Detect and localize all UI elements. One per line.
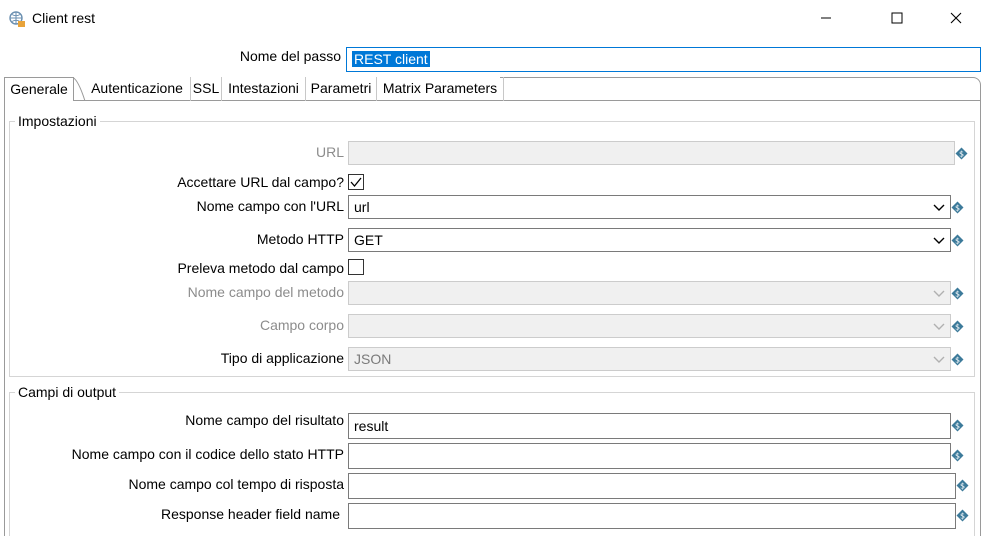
url-field-value: url xyxy=(354,199,370,215)
tab-generale[interactable]: Generale xyxy=(4,77,74,101)
tab-ssl[interactable]: SSL xyxy=(191,77,222,101)
svg-text:$: $ xyxy=(955,323,960,332)
status-code-field-label: Nome campo con il codice dello stato HTT… xyxy=(71,446,344,462)
tab-strip: Generale Autenticazione SSL Intestazioni… xyxy=(4,77,981,101)
variable-icon[interactable]: $ xyxy=(951,201,964,214)
tab-slant xyxy=(72,77,86,101)
step-name-label: Nome del passo xyxy=(239,48,341,64)
app-type-select[interactable]: JSON xyxy=(348,347,951,371)
variable-icon[interactable]: $ xyxy=(955,147,968,160)
url-label: URL xyxy=(315,144,344,160)
svg-text:$: $ xyxy=(955,204,960,213)
variable-icon[interactable]: $ xyxy=(951,353,964,366)
result-field-label: Nome campo del risultato xyxy=(185,412,344,428)
accept-url-checkbox[interactable] xyxy=(348,174,364,190)
tab-label: Generale xyxy=(10,81,68,97)
variable-icon[interactable]: $ xyxy=(951,419,964,432)
app-type-label: Tipo di applicazione xyxy=(220,350,344,366)
minimize-button[interactable] xyxy=(803,0,849,36)
http-method-select[interactable]: GET xyxy=(348,228,951,252)
close-icon xyxy=(950,12,962,24)
response-header-field-input[interactable] xyxy=(348,503,956,529)
method-field-label: Nome campo del metodo xyxy=(187,284,344,300)
response-header-field-label: Response header field name xyxy=(160,506,340,522)
result-field-input[interactable]: result xyxy=(348,413,951,439)
variable-icon[interactable]: $ xyxy=(951,234,964,247)
tab-label: Intestazioni xyxy=(228,80,299,96)
http-method-value: GET xyxy=(354,232,383,248)
svg-text:$: $ xyxy=(955,290,960,299)
url-field-select[interactable]: url xyxy=(348,195,951,219)
method-from-field-label: Preleva metodo dal campo xyxy=(177,260,344,276)
maximize-button[interactable] xyxy=(874,0,920,36)
step-name-input[interactable]: REST client xyxy=(346,47,981,72)
svg-text:$: $ xyxy=(960,482,965,491)
app-type-value: JSON xyxy=(354,351,392,367)
response-time-field-input[interactable] xyxy=(348,473,956,499)
http-method-label: Metodo HTTP xyxy=(256,231,344,247)
minimize-icon xyxy=(821,17,831,19)
chevron-down-icon xyxy=(933,237,945,244)
accept-url-label: Accettare URL dal campo? xyxy=(177,174,344,190)
close-button[interactable] xyxy=(933,0,979,36)
body-field-label: Campo corpo xyxy=(259,317,344,333)
tab-label: Parametri xyxy=(310,80,372,96)
svg-text:$: $ xyxy=(955,452,960,461)
variable-icon[interactable]: $ xyxy=(956,479,969,492)
method-field-select[interactable] xyxy=(348,281,951,305)
svg-text:$: $ xyxy=(959,150,964,159)
maximize-icon xyxy=(891,12,903,24)
chevron-down-icon xyxy=(933,290,945,297)
method-from-field-checkbox[interactable] xyxy=(348,259,364,275)
body-field-select[interactable] xyxy=(348,314,951,338)
chevron-down-icon xyxy=(933,356,945,363)
title-bar: Client rest xyxy=(0,0,986,36)
result-field-value: result xyxy=(354,418,389,434)
svg-text:$: $ xyxy=(955,356,960,365)
svg-text:$: $ xyxy=(955,237,960,246)
tab-matrix-parameters[interactable]: Matrix Parameters xyxy=(377,77,504,101)
svg-text:$: $ xyxy=(955,422,960,431)
variable-icon[interactable]: $ xyxy=(956,509,969,522)
url-field-label: Nome campo con l'URL xyxy=(196,198,344,214)
output-group-title: Campi di output xyxy=(15,384,120,400)
url-input[interactable] xyxy=(348,141,955,165)
tab-parametri[interactable]: Parametri xyxy=(306,77,377,101)
response-time-field-label: Nome campo col tempo di risposta xyxy=(128,476,344,492)
step-name-value: REST client xyxy=(352,51,430,67)
tab-label: SSL xyxy=(192,80,220,96)
tab-label: Autenticazione xyxy=(91,80,183,96)
tab-autenticazione[interactable]: Autenticazione xyxy=(84,77,191,101)
settings-group-title: Impostazioni xyxy=(15,113,100,129)
checkmark-icon xyxy=(350,177,362,188)
chevron-down-icon xyxy=(933,204,945,211)
status-code-field-input[interactable] xyxy=(348,443,951,469)
window-title: Client rest xyxy=(32,10,96,26)
variable-icon[interactable]: $ xyxy=(951,449,964,462)
rest-client-icon xyxy=(9,11,25,27)
tab-intestazioni[interactable]: Intestazioni xyxy=(222,77,306,101)
variable-icon[interactable]: $ xyxy=(951,287,964,300)
variable-icon[interactable]: $ xyxy=(951,320,964,333)
chevron-down-icon xyxy=(933,323,945,330)
tab-label: Matrix Parameters xyxy=(382,80,498,96)
svg-text:$: $ xyxy=(960,512,965,521)
